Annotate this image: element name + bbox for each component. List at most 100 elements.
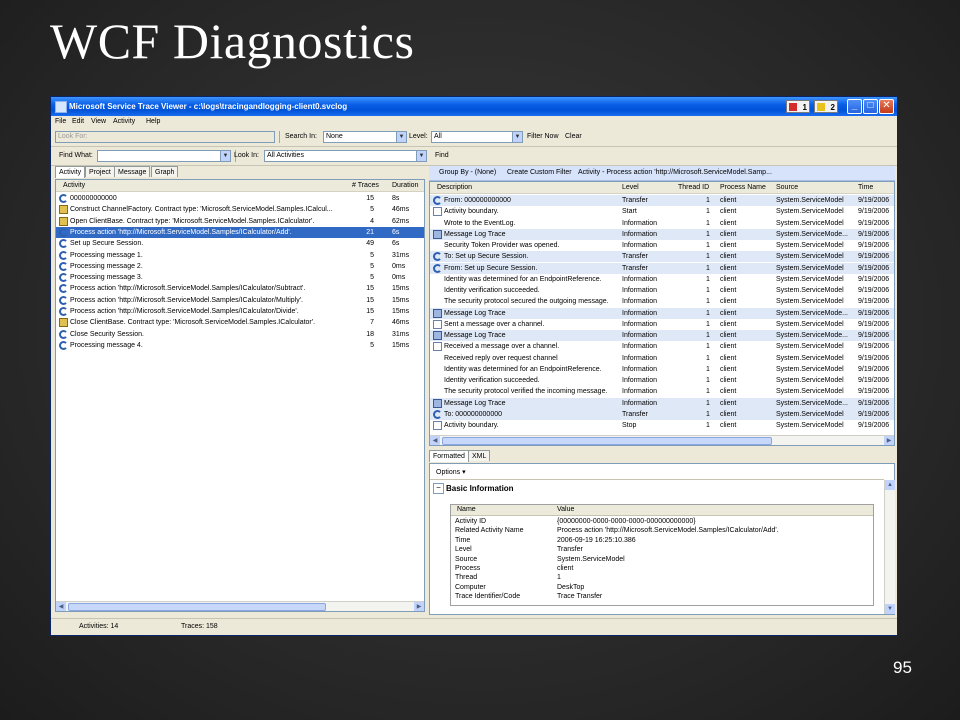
- scroll-thumb[interactable]: [68, 603, 326, 611]
- trace-row[interactable]: Security Token Provider was opened. Infor…: [430, 240, 894, 251]
- look-for-input[interactable]: Look For:: [55, 131, 275, 143]
- clear-button[interactable]: Clear: [565, 133, 582, 140]
- trace-row[interactable]: To: 000000000000 Transfer 1 client System.Se…: [430, 408, 894, 420]
- minimize-button[interactable]: _: [847, 99, 862, 114]
- trace-description: Message Log Trace: [444, 309, 506, 317]
- trace-row[interactable]: Sent a message over a channel. Informatio…: [430, 319, 894, 330]
- activity-row[interactable]: Process action 'http://Microsoft.Service…: [56, 295, 424, 306]
- scroll-up-icon[interactable]: ▲: [885, 480, 895, 490]
- trace-row[interactable]: Received reply over request channel Infor…: [430, 353, 894, 364]
- collapse-icon[interactable]: −: [433, 483, 444, 494]
- trace-row[interactable]: To: Set up Secure Session. Transfer 1 clien…: [430, 251, 894, 263]
- activity-row[interactable]: Processing message 2. 5 0ms: [56, 261, 424, 272]
- trace-time: 9/19/2006: [858, 422, 890, 429]
- property-value: Process action 'http://Microsoft.Service…: [557, 527, 779, 535]
- trace-row[interactable]: Activity boundary. Start 1 client System.Ser…: [430, 206, 894, 217]
- activity-row[interactable]: Set up Secure Session. 49 6s: [56, 238, 424, 249]
- menu-help[interactable]: Help: [146, 118, 160, 125]
- maximize-button[interactable]: □: [863, 99, 878, 114]
- column-level[interactable]: Level: [622, 184, 639, 191]
- scroll-right-icon[interactable]: ▶: [884, 436, 894, 445]
- scroll-down-icon[interactable]: ▼: [885, 604, 895, 614]
- group-by-button[interactable]: Group By - (None): [439, 169, 496, 176]
- column-activity[interactable]: Activity: [63, 182, 85, 189]
- trace-row[interactable]: From: Set up Secure Session. Transfer 1 cli…: [430, 262, 894, 274]
- menu-activity[interactable]: Activity: [113, 118, 135, 125]
- activity-row[interactable]: Processing message 3. 5 0ms: [56, 272, 424, 283]
- create-custom-filter-button[interactable]: Create Custom Filter: [507, 169, 572, 176]
- trace-row[interactable]: Identity was determined for an EndpointR…: [430, 274, 894, 285]
- column-process-name[interactable]: Process Name: [720, 184, 766, 191]
- activity-row[interactable]: 000000000000 15 8s: [56, 193, 424, 204]
- column-duration[interactable]: Duration: [392, 182, 418, 189]
- trace-source: System.ServiceMode...: [776, 332, 848, 339]
- error-count-badge[interactable]: 1: [786, 100, 810, 113]
- trace-level: Information: [622, 377, 658, 384]
- trace-row[interactable]: Message Log Trace Information 1 client Syste…: [430, 228, 894, 240]
- activity-hscrollbar[interactable]: ◀ ▶: [56, 601, 424, 611]
- trace-row[interactable]: Message Log Trace Information 1 client Syste…: [430, 307, 894, 319]
- level-select[interactable]: All ▼: [431, 131, 523, 143]
- tab-message[interactable]: Message: [114, 166, 151, 177]
- activity-row[interactable]: Process action 'http://Microsoft.Service…: [56, 226, 424, 238]
- activity-row[interactable]: Process action 'http://Microsoft.Service…: [56, 306, 424, 317]
- activity-row[interactable]: Processing message 4. 5 15ms: [56, 340, 424, 351]
- tab-xml[interactable]: XML: [468, 450, 491, 461]
- close-button[interactable]: ✕: [879, 99, 894, 114]
- column-source[interactable]: Source: [776, 184, 798, 191]
- trace-row[interactable]: Message Log Trace Information 1 client Syste…: [430, 330, 894, 341]
- column-description[interactable]: Description: [437, 184, 472, 191]
- warning-count-badge[interactable]: 2: [814, 100, 838, 113]
- activity-row[interactable]: Close ClientBase. Contract type: 'Micros…: [56, 317, 424, 328]
- column-traces[interactable]: # Traces: [352, 182, 379, 189]
- column-thread-id[interactable]: Thread ID: [678, 184, 709, 191]
- trace-row[interactable]: Activity boundary. Stop 1 client System.Serv…: [430, 420, 894, 431]
- property-value: 1: [557, 574, 561, 582]
- filter-now-button[interactable]: Filter Now: [527, 133, 559, 140]
- trace-hscrollbar[interactable]: ◀ ▶: [430, 435, 894, 445]
- tab-activity[interactable]: Activity: [55, 166, 86, 178]
- activity-row[interactable]: Close Security Session. 18 31ms: [56, 329, 424, 340]
- menu-view[interactable]: View: [91, 118, 106, 125]
- trace-thread-id: 1: [706, 208, 710, 216]
- activity-row[interactable]: Open ClientBase. Contract type: 'Microso…: [56, 216, 424, 227]
- trace-process-name: client: [720, 208, 737, 216]
- column-time[interactable]: Time: [858, 184, 873, 191]
- column-name: Name: [457, 506, 476, 513]
- find-button[interactable]: Find: [435, 152, 449, 159]
- menu-edit[interactable]: Edit: [72, 118, 84, 125]
- trace-process-name: client: [720, 332, 737, 339]
- find-what-input[interactable]: ▼: [97, 150, 231, 162]
- detail-vscrollbar[interactable]: ▲ ▼: [884, 480, 895, 614]
- basic-info-row: Process client: [451, 564, 873, 573]
- trace-row[interactable]: The security protocol secured the outgoi…: [430, 296, 894, 307]
- trace-row[interactable]: Identity was determined for an EndpointR…: [430, 364, 894, 375]
- activity-row[interactable]: Processing message 1. 5 31ms: [56, 250, 424, 261]
- activity-row[interactable]: Construct ChannelFactory. Contract type:…: [56, 204, 424, 215]
- scroll-thumb[interactable]: [442, 437, 772, 445]
- trace-row[interactable]: Message Log Trace Information 1 client Syste…: [430, 397, 894, 409]
- tab-project[interactable]: Project: [85, 166, 115, 177]
- scroll-left-icon[interactable]: ◀: [430, 436, 440, 445]
- trace-row[interactable]: The security protocol verified the incom…: [430, 386, 894, 397]
- menu-file[interactable]: File: [55, 118, 66, 125]
- scroll-right-icon[interactable]: ▶: [414, 602, 424, 611]
- trace-row[interactable]: Wrote to the EventLog. Information 1 client…: [430, 218, 894, 229]
- trace-row[interactable]: Received a message over a channel. Inform…: [430, 341, 894, 352]
- scroll-left-icon[interactable]: ◀: [56, 602, 66, 611]
- trace-description: Identity was determined for an EndpointR…: [444, 365, 602, 373]
- look-in-select[interactable]: All Activities ▼: [264, 150, 427, 162]
- options-button[interactable]: Options ▾: [436, 468, 466, 476]
- activity-row[interactable]: Process action 'http://Microsoft.Service…: [56, 283, 424, 294]
- level-label: Level:: [409, 133, 428, 140]
- trace-row[interactable]: Identity verification succeeded. Informat…: [430, 375, 894, 386]
- tab-formatted[interactable]: Formatted: [429, 450, 469, 462]
- window-titlebar[interactable]: Microsoft Service Trace Viewer - c:\logs…: [51, 97, 897, 116]
- trace-row[interactable]: Identity verification succeeded. Informat…: [430, 285, 894, 296]
- activity-traces: 5: [370, 206, 374, 214]
- basic-info-row: Source System.ServiceModel: [451, 555, 873, 564]
- tab-graph[interactable]: Graph: [151, 166, 179, 177]
- activity-icon: [59, 239, 68, 249]
- search-in-select[interactable]: None ▼: [323, 131, 407, 143]
- trace-row[interactable]: From: 000000000000 Transfer 1 client System.…: [430, 195, 894, 206]
